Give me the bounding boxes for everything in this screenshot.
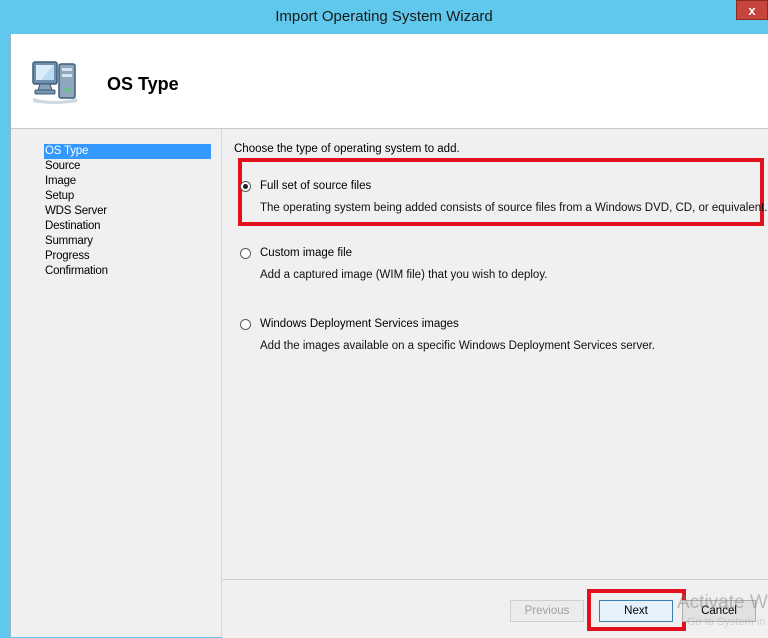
close-button[interactable]: x (736, 0, 768, 20)
prompt-text: Choose the type of operating system to a… (234, 143, 460, 155)
computer-icon (32, 61, 77, 104)
radio-full-source[interactable] (240, 181, 251, 192)
next-button[interactable]: Next (599, 600, 673, 622)
option-description: Add a captured image (WIM file) that you… (260, 269, 548, 281)
step-destination[interactable]: Destination (44, 219, 211, 234)
step-setup[interactable]: Setup (44, 189, 211, 204)
step-source[interactable]: Source (44, 159, 211, 174)
option-label[interactable]: Custom image file (260, 247, 352, 259)
radio-custom-image[interactable] (240, 248, 251, 259)
previous-button[interactable]: Previous (510, 600, 584, 622)
wizard-steps: OS Type Source Image Setup WDS Server De… (11, 129, 221, 637)
close-icon: x (748, 2, 756, 18)
step-os-type[interactable]: OS Type (44, 144, 211, 159)
radio-wds-images[interactable] (240, 319, 251, 330)
option-description: The operating system being added consist… (260, 202, 768, 214)
option-description: Add the images available on a specific W… (260, 340, 656, 352)
wizard-footer: Previous Next Cancel Activate Wir Go to … (222, 579, 768, 638)
step-summary[interactable]: Summary (44, 234, 211, 249)
option-label[interactable]: Windows Deployment Services images (260, 318, 459, 330)
wizard-window: OS Type OS Type Source Image Setup WDS S… (10, 34, 768, 638)
highlight-box-option (238, 158, 764, 226)
option-label[interactable]: Full set of source files (260, 180, 371, 192)
wizard-content: Choose the type of operating system to a… (221, 129, 768, 638)
window-title: Import Operating System Wizard (275, 8, 493, 25)
cancel-button[interactable]: Cancel (682, 600, 756, 622)
step-progress[interactable]: Progress (44, 249, 211, 264)
title-bar[interactable]: Import Operating System Wizard x (0, 0, 768, 34)
page-title: OS Type (107, 74, 179, 94)
step-wds-server[interactable]: WDS Server (44, 204, 211, 219)
step-image[interactable]: Image (44, 174, 211, 189)
wizard-header: OS Type (11, 34, 768, 129)
step-confirmation[interactable]: Confirmation (44, 264, 211, 279)
